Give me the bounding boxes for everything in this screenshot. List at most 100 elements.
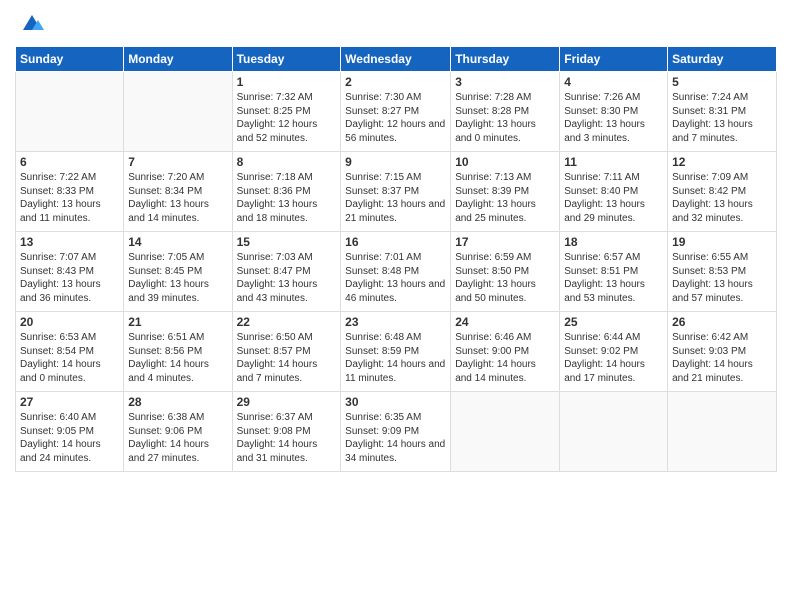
day-detail: Sunrise: 6:50 AMSunset: 8:57 PMDaylight:… bbox=[237, 331, 337, 385]
day-detail: Sunrise: 6:55 AMSunset: 8:53 PMDaylight:… bbox=[672, 251, 772, 305]
day-detail: Sunrise: 6:37 AMSunset: 9:08 PMDaylight:… bbox=[237, 411, 337, 465]
day-number: 17 bbox=[455, 235, 555, 249]
day-number: 28 bbox=[128, 395, 227, 409]
day-cell: 20Sunrise: 6:53 AMSunset: 8:54 PMDayligh… bbox=[16, 312, 124, 392]
day-cell: 30Sunrise: 6:35 AMSunset: 9:09 PMDayligh… bbox=[341, 392, 451, 472]
day-cell: 27 Sunrise: 6:40 AMSunset: 9:05 PMDayligh… bbox=[16, 392, 124, 472]
day-cell: 21Sunrise: 6:51 AMSunset: 8:56 PMDayligh… bbox=[124, 312, 232, 392]
day-number: 24 bbox=[455, 315, 555, 329]
calendar: SundayMondayTuesdayWednesdayThursdayFrid… bbox=[15, 46, 777, 472]
day-cell: 24 Sunrise: 6:46 AMSunset: 9:00 PMDayligh… bbox=[451, 312, 560, 392]
day-detail: Sunrise: 6:59 AMSunset: 8:50 PMDaylight:… bbox=[455, 251, 555, 305]
day-detail: Sunrise: 6:44 AMSunset: 9:02 PMDaylight:… bbox=[564, 331, 663, 385]
day-detail: Sunrise: 7:11 AMSunset: 8:40 PMDaylight:… bbox=[564, 171, 663, 225]
day-number: 13 bbox=[20, 235, 119, 249]
week-row-2: 6 Sunrise: 7:22 AMSunset: 8:33 PMDaylight… bbox=[16, 152, 777, 232]
day-number: 16 bbox=[345, 235, 446, 249]
day-cell: 25 Sunrise: 6:44 AMSunset: 9:02 PMDayligh… bbox=[560, 312, 668, 392]
day-detail: Sunrise: 7:13 AMSunset: 8:39 PMDaylight:… bbox=[455, 171, 555, 225]
day-number: 15 bbox=[237, 235, 337, 249]
day-number: 19 bbox=[672, 235, 772, 249]
day-detail: Sunrise: 7:07 AMSunset: 8:43 PMDaylight:… bbox=[20, 251, 119, 305]
day-cell bbox=[451, 392, 560, 472]
day-number: 30 bbox=[345, 395, 446, 409]
day-number: 11 bbox=[564, 155, 663, 169]
day-detail: Sunrise: 6:57 AMSunset: 8:51 PMDaylight:… bbox=[564, 251, 663, 305]
weekday-header-sunday: Sunday bbox=[16, 47, 124, 72]
header bbox=[15, 10, 777, 38]
day-detail: Sunrise: 6:40 AMSunset: 9:05 PMDaylight:… bbox=[20, 411, 119, 465]
day-number: 27 bbox=[20, 395, 119, 409]
day-number: 9 bbox=[345, 155, 446, 169]
day-number: 18 bbox=[564, 235, 663, 249]
day-detail: Sunrise: 7:15 AMSunset: 8:37 PMDaylight:… bbox=[345, 171, 446, 225]
day-detail: Sunrise: 7:18 AMSunset: 8:36 PMDaylight:… bbox=[237, 171, 337, 225]
day-detail: Sunrise: 7:03 AMSunset: 8:47 PMDaylight:… bbox=[237, 251, 337, 305]
weekday-header-saturday: Saturday bbox=[668, 47, 777, 72]
day-number: 26 bbox=[672, 315, 772, 329]
page: SundayMondayTuesdayWednesdayThursdayFrid… bbox=[0, 0, 792, 612]
day-cell bbox=[560, 392, 668, 472]
day-number: 20 bbox=[20, 315, 119, 329]
day-cell: 1 Sunrise: 7:32 AMSunset: 8:25 PMDaylight… bbox=[232, 72, 341, 152]
day-cell: 12 Sunrise: 7:09 AMSunset: 8:42 PMDayligh… bbox=[668, 152, 777, 232]
week-row-4: 20Sunrise: 6:53 AMSunset: 8:54 PMDayligh… bbox=[16, 312, 777, 392]
day-number: 4 bbox=[564, 75, 663, 89]
day-cell bbox=[124, 72, 232, 152]
day-detail: Sunrise: 7:22 AMSunset: 8:33 PMDaylight:… bbox=[20, 171, 119, 225]
day-detail: Sunrise: 7:09 AMSunset: 8:42 PMDaylight:… bbox=[672, 171, 772, 225]
day-cell: 16 Sunrise: 7:01 AMSunset: 8:48 PMDayligh… bbox=[341, 232, 451, 312]
day-cell: 23 Sunrise: 6:48 AMSunset: 8:59 PMDayligh… bbox=[341, 312, 451, 392]
logo bbox=[15, 10, 46, 38]
day-number: 2 bbox=[345, 75, 446, 89]
day-number: 12 bbox=[672, 155, 772, 169]
day-cell: 5 Sunrise: 7:24 AMSunset: 8:31 PMDaylight… bbox=[668, 72, 777, 152]
week-row-5: 27 Sunrise: 6:40 AMSunset: 9:05 PMDayligh… bbox=[16, 392, 777, 472]
day-detail: Sunrise: 6:46 AMSunset: 9:00 PMDaylight:… bbox=[455, 331, 555, 385]
day-cell: 19 Sunrise: 6:55 AMSunset: 8:53 PMDayligh… bbox=[668, 232, 777, 312]
day-number: 21 bbox=[128, 315, 227, 329]
week-row-1: 1 Sunrise: 7:32 AMSunset: 8:25 PMDaylight… bbox=[16, 72, 777, 152]
day-detail: Sunrise: 6:42 AMSunset: 9:03 PMDaylight:… bbox=[672, 331, 772, 385]
day-cell: 8Sunrise: 7:18 AMSunset: 8:36 PMDaylight… bbox=[232, 152, 341, 232]
weekday-header-friday: Friday bbox=[560, 47, 668, 72]
day-cell: 11 Sunrise: 7:11 AMSunset: 8:40 PMDayligh… bbox=[560, 152, 668, 232]
day-detail: Sunrise: 7:30 AMSunset: 8:27 PMDaylight:… bbox=[345, 91, 446, 145]
day-cell: 28 Sunrise: 6:38 AMSunset: 9:06 PMDayligh… bbox=[124, 392, 232, 472]
day-cell: 7Sunrise: 7:20 AMSunset: 8:34 PMDaylight… bbox=[124, 152, 232, 232]
day-number: 1 bbox=[237, 75, 337, 89]
day-detail: Sunrise: 7:01 AMSunset: 8:48 PMDaylight:… bbox=[345, 251, 446, 305]
day-cell: 29 Sunrise: 6:37 AMSunset: 9:08 PMDayligh… bbox=[232, 392, 341, 472]
day-number: 5 bbox=[672, 75, 772, 89]
day-number: 29 bbox=[237, 395, 337, 409]
day-cell: 15 Sunrise: 7:03 AMSunset: 8:47 PMDayligh… bbox=[232, 232, 341, 312]
weekday-header-wednesday: Wednesday bbox=[341, 47, 451, 72]
day-cell: 10 Sunrise: 7:13 AMSunset: 8:39 PMDayligh… bbox=[451, 152, 560, 232]
day-detail: Sunrise: 7:26 AMSunset: 8:30 PMDaylight:… bbox=[564, 91, 663, 145]
day-number: 6 bbox=[20, 155, 119, 169]
day-detail: Sunrise: 6:48 AMSunset: 8:59 PMDaylight:… bbox=[345, 331, 446, 385]
day-cell: 13 Sunrise: 7:07 AMSunset: 8:43 PMDayligh… bbox=[16, 232, 124, 312]
day-number: 14 bbox=[128, 235, 227, 249]
day-detail: Sunrise: 7:32 AMSunset: 8:25 PMDaylight:… bbox=[237, 91, 337, 145]
week-row-3: 13 Sunrise: 7:07 AMSunset: 8:43 PMDayligh… bbox=[16, 232, 777, 312]
day-number: 23 bbox=[345, 315, 446, 329]
day-cell: 4 Sunrise: 7:26 AMSunset: 8:30 PMDaylight… bbox=[560, 72, 668, 152]
day-cell: 2 Sunrise: 7:30 AMSunset: 8:27 PMDaylight… bbox=[341, 72, 451, 152]
day-cell bbox=[16, 72, 124, 152]
day-number: 10 bbox=[455, 155, 555, 169]
day-detail: Sunrise: 7:05 AMSunset: 8:45 PMDaylight:… bbox=[128, 251, 227, 305]
day-number: 7 bbox=[128, 155, 227, 169]
weekday-header-thursday: Thursday bbox=[451, 47, 560, 72]
day-detail: Sunrise: 7:28 AMSunset: 8:28 PMDaylight:… bbox=[455, 91, 555, 145]
day-detail: Sunrise: 6:38 AMSunset: 9:06 PMDaylight:… bbox=[128, 411, 227, 465]
day-cell: 26 Sunrise: 6:42 AMSunset: 9:03 PMDayligh… bbox=[668, 312, 777, 392]
day-detail: Sunrise: 7:24 AMSunset: 8:31 PMDaylight:… bbox=[672, 91, 772, 145]
day-cell: 9 Sunrise: 7:15 AMSunset: 8:37 PMDaylight… bbox=[341, 152, 451, 232]
day-number: 22 bbox=[237, 315, 337, 329]
weekday-header-tuesday: Tuesday bbox=[232, 47, 341, 72]
logo-icon bbox=[18, 10, 46, 38]
day-cell: 18 Sunrise: 6:57 AMSunset: 8:51 PMDayligh… bbox=[560, 232, 668, 312]
day-cell bbox=[668, 392, 777, 472]
day-number: 25 bbox=[564, 315, 663, 329]
